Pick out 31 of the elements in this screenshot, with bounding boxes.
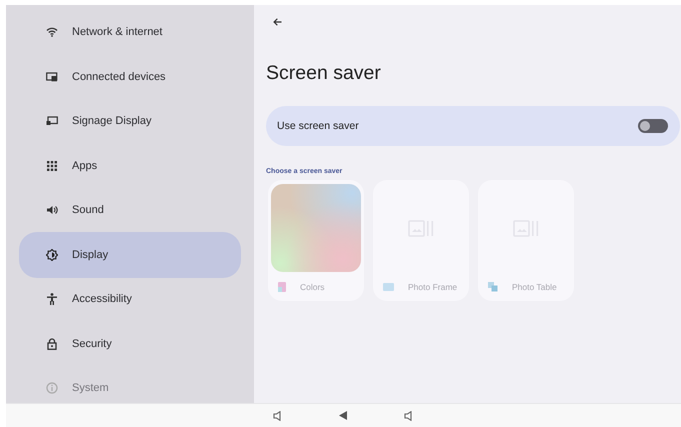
- monitor-icon: [46, 116, 58, 126]
- sidebar-item[interactable]: Accessibility: [19, 276, 241, 322]
- volume-icon[interactable]: [404, 410, 413, 420]
- speaker-icon: [46, 205, 58, 215]
- card-label: Photo Frame: [408, 282, 458, 292]
- page-title: Screen saver: [266, 62, 382, 85]
- sidebar-item[interactable]: Sound: [19, 187, 241, 233]
- picture-icon: [383, 283, 394, 291]
- wifi-icon: [46, 27, 58, 37]
- devices-icon: [46, 72, 58, 82]
- photos-icon: [488, 282, 498, 292]
- toggle-label: Use screen saver: [277, 120, 359, 132]
- brightness-icon: [46, 248, 58, 260]
- sidebar-item[interactable]: Display: [19, 232, 241, 278]
- volume-icon[interactable]: [273, 410, 282, 420]
- sidebar-item[interactable]: Network & internet: [19, 9, 241, 55]
- back-triangle-icon[interactable]: [339, 411, 347, 420]
- card-label: Photo Table: [512, 282, 557, 292]
- toggle-row[interactable]: Use screen saver: [266, 106, 680, 146]
- toggle-switch[interactable]: [638, 119, 668, 133]
- sidebar-item[interactable]: Connected devices: [19, 54, 241, 100]
- sidebar-item[interactable]: Signage Display: [19, 98, 241, 144]
- back-arrow-icon: [272, 18, 282, 26]
- sidebar-item[interactable]: Apps: [19, 142, 241, 188]
- palette-icon: [278, 282, 286, 292]
- accessibility-icon: [46, 292, 56, 306]
- info-icon: [46, 382, 58, 394]
- grid-icon: [46, 160, 56, 170]
- sidebar-item[interactable]: Security: [19, 320, 241, 366]
- card-label: Colors: [300, 282, 325, 292]
- lock-icon: [46, 338, 56, 350]
